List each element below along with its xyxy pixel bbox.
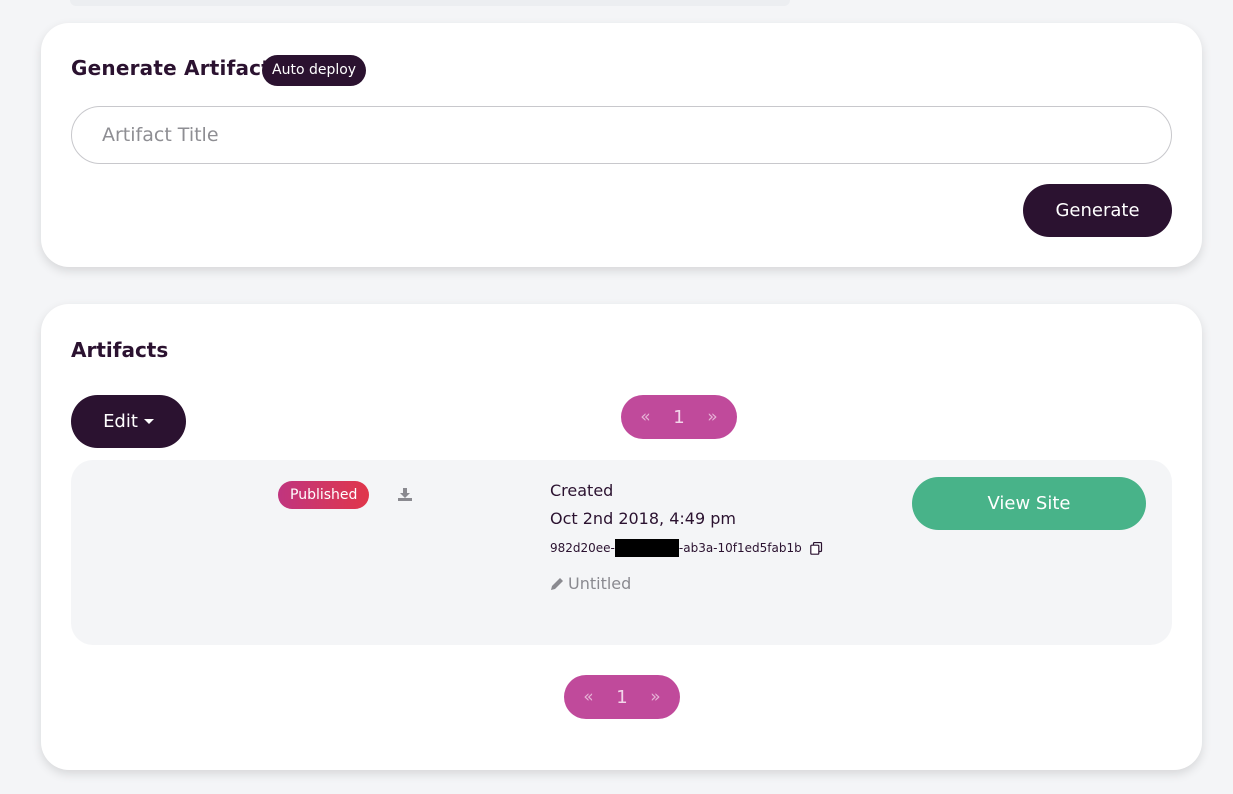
pager-page-bottom[interactable]: 1 bbox=[616, 687, 627, 708]
generate-button[interactable]: Generate bbox=[1023, 184, 1172, 237]
auto-deploy-badge: Auto deploy bbox=[262, 55, 367, 86]
copy-icon[interactable] bbox=[809, 541, 823, 555]
pagination-bottom: « 1 » bbox=[564, 675, 680, 719]
uuid-end: -ab3a-10f1ed5fab1b bbox=[678, 541, 802, 555]
generate-artifact-title: Generate Artifact bbox=[71, 56, 272, 80]
edit-dropdown-button[interactable]: Edit bbox=[71, 395, 186, 448]
artifact-name-label: Untitled bbox=[568, 574, 632, 593]
published-badge: Published bbox=[278, 481, 370, 509]
created-date: Oct 2nd 2018, 4:49 pm bbox=[550, 509, 736, 528]
artifacts-card: Artifacts Edit « 1 » Published Created O… bbox=[41, 304, 1202, 770]
pager-next-top[interactable]: » bbox=[707, 407, 717, 427]
pager-next-bottom[interactable]: » bbox=[650, 687, 660, 707]
pager-page-top[interactable]: 1 bbox=[673, 407, 684, 428]
uuid-redaction bbox=[614, 539, 679, 557]
pencil-icon bbox=[551, 577, 563, 590]
artifacts-title: Artifacts bbox=[71, 338, 169, 362]
artifact-row: Published Created Oct 2nd 2018, 4:49 pm … bbox=[71, 460, 1172, 645]
download-icon[interactable] bbox=[398, 487, 412, 501]
uuid-start: 982d20ee- bbox=[550, 541, 615, 555]
artifact-uuid: 982d20ee- -ab3a-10f1ed5fab1b bbox=[550, 539, 823, 557]
pager-prev-bottom[interactable]: « bbox=[583, 687, 593, 707]
edit-label: Edit bbox=[103, 411, 138, 432]
created-label: Created bbox=[550, 481, 614, 500]
generate-artifact-card: Generate Artifact Auto deploy Generate bbox=[41, 23, 1202, 267]
artifact-title-input[interactable] bbox=[71, 106, 1172, 164]
view-site-button[interactable]: View Site bbox=[912, 477, 1146, 530]
caret-down-icon bbox=[143, 419, 154, 424]
top-strip bbox=[70, 0, 790, 6]
pagination-top: « 1 » bbox=[621, 395, 737, 439]
pager-prev-top[interactable]: « bbox=[640, 407, 650, 427]
artifact-name[interactable]: Untitled bbox=[550, 574, 631, 593]
